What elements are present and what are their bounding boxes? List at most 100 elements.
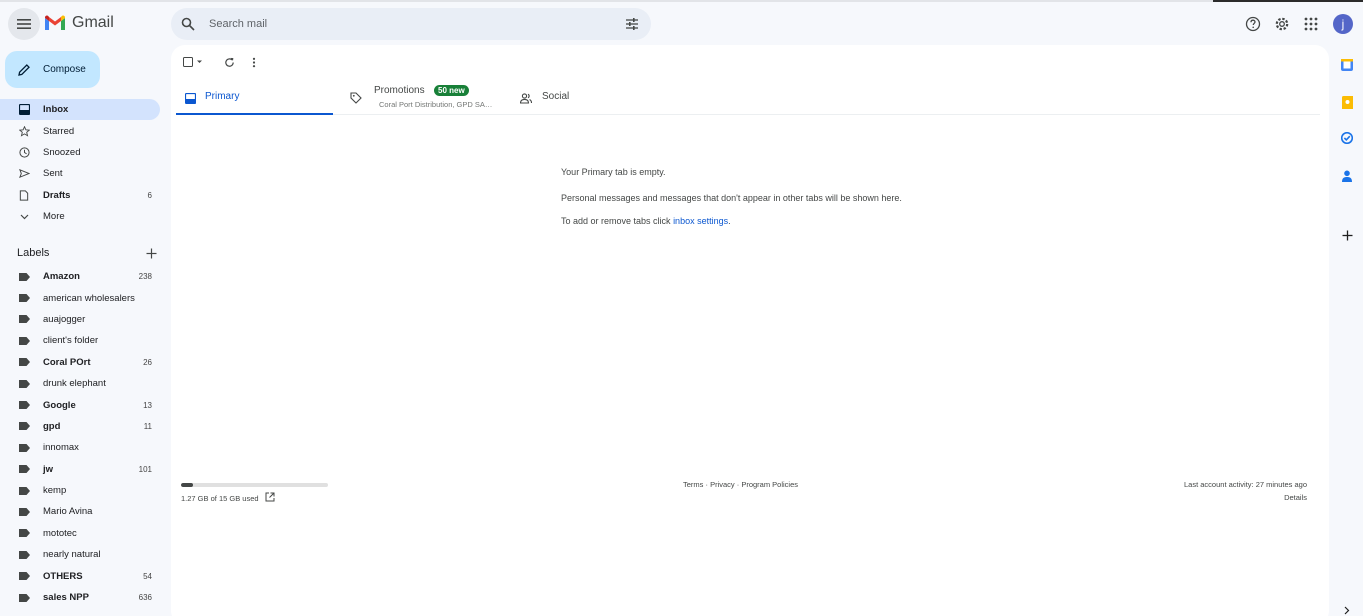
main-panel: Primary Promotions 50 new Coral Port Dis…: [171, 45, 1329, 616]
sidebar-label-name: mototec: [43, 527, 77, 539]
expand-panel-icon[interactable]: [1340, 605, 1354, 615]
sidebar-item-label: Drafts: [43, 189, 71, 201]
compose-button[interactable]: Compose: [5, 51, 100, 88]
sidebar-label-name: client's folder: [43, 335, 99, 347]
label-tag-icon: [18, 463, 30, 475]
sidebar-label-item[interactable]: client's folder: [0, 330, 160, 351]
sidebar-item-label: Snoozed: [43, 146, 81, 158]
label-tag-icon: [18, 378, 30, 390]
sidebar-label-name: OTHERS: [43, 570, 83, 582]
more-options-icon[interactable]: [247, 56, 261, 68]
sidebar-item-inbox[interactable]: Inbox: [0, 99, 160, 121]
gmail-logo[interactable]: Gmail: [44, 14, 114, 32]
sidebar-label-name: american wholesalers: [43, 292, 135, 304]
tag-icon: [350, 92, 362, 104]
sidebar-label-item[interactable]: jw 101: [0, 459, 160, 480]
tasks-icon[interactable]: [1340, 131, 1354, 145]
sidebar-label-item[interactable]: Google 13: [0, 394, 160, 415]
add-addon-icon[interactable]: [1340, 228, 1354, 242]
sidebar-label-count: 26: [143, 357, 152, 367]
labels-title: Labels: [17, 247, 50, 259]
sidebar-label-name: Coral POrt: [43, 356, 91, 368]
sidebar-item-count: 6: [147, 190, 152, 200]
send-icon: [18, 168, 30, 180]
avatar-letter: j: [1341, 17, 1345, 31]
policy-links[interactable]: Terms · Privacy · Program Policies: [683, 480, 798, 489]
search-options-icon[interactable]: [625, 17, 639, 31]
sidebar-item-more[interactable]: More: [0, 206, 160, 227]
labels-list: Amazon 238 american wholesalers auajogger cl…: [0, 266, 160, 608]
tab-social[interactable]: Social: [516, 81, 686, 115]
keep-icon[interactable]: [1340, 95, 1354, 109]
sidebar-label-item[interactable]: Mario Avina: [0, 501, 160, 522]
sidebar-label-item[interactable]: Amazon 238: [0, 266, 160, 287]
empty-state-hint: To add or remove tabs click inbox settin…: [561, 216, 731, 226]
clock-icon: [18, 146, 30, 158]
sidebar-label-item[interactable]: mototec: [0, 523, 160, 544]
label-tag-icon: [18, 485, 30, 497]
label-tag-icon: [18, 592, 30, 604]
account-avatar[interactable]: j: [1333, 14, 1353, 34]
external-link-icon[interactable]: [265, 492, 275, 502]
sidebar-label-name: jw: [43, 463, 54, 475]
sidebar-label-count: 238: [138, 272, 152, 282]
empty-state-hint-text: To add or remove tabs click: [561, 216, 674, 226]
sidebar-item-snoozed[interactable]: Snoozed: [0, 142, 160, 163]
sidebar-label-item[interactable]: sales NPP 636: [0, 587, 160, 608]
select-all-checkbox[interactable]: [183, 56, 203, 68]
app-name: Gmail: [72, 14, 114, 31]
empty-state-message: Personal messages and messages that don'…: [561, 193, 902, 203]
sidebar-label-name: drunk elephant: [43, 378, 106, 390]
search-input[interactable]: [209, 18, 609, 30]
apps-grid-icon[interactable]: [1302, 15, 1320, 33]
pencil-icon: [17, 63, 31, 77]
main-menu-button[interactable]: [8, 8, 40, 40]
sidebar-item-label: More: [43, 211, 65, 223]
tab-promotions[interactable]: [346, 81, 516, 115]
sidebar-label-item[interactable]: nearly natural: [0, 544, 160, 565]
people-icon: [520, 92, 532, 104]
sidebar-nav: Inbox Starred Snoozed Sent Drafts 6 More: [0, 99, 160, 227]
search-icon[interactable]: [181, 17, 195, 31]
help-icon[interactable]: [1244, 15, 1262, 33]
settings-icon[interactable]: [1273, 15, 1291, 33]
sidebar-label-name: auajogger: [43, 313, 86, 325]
inbox-settings-link[interactable]: inbox settings: [673, 216, 728, 226]
draft-icon: [18, 189, 30, 201]
sidebar-item-drafts[interactable]: Drafts 6: [0, 185, 160, 206]
refresh-icon[interactable]: [222, 56, 236, 68]
label-tag-icon: [18, 335, 30, 347]
label-tag-icon: [18, 313, 30, 325]
details-link[interactable]: Details: [1284, 493, 1307, 502]
sidebar-label-item[interactable]: kemp: [0, 480, 160, 501]
label-tag-icon: [18, 356, 30, 368]
sidebar-label-count: 13: [143, 400, 152, 410]
star-icon: [18, 125, 30, 137]
inbox-icon: [184, 92, 196, 104]
sidebar-item-sent[interactable]: Sent: [0, 163, 160, 184]
sidebar-label-item[interactable]: american wholesalers: [0, 287, 160, 308]
sidebar-item-starred[interactable]: Starred: [0, 120, 160, 141]
label-tag-icon: [18, 292, 30, 304]
contacts-icon[interactable]: [1340, 169, 1354, 183]
calendar-icon[interactable]: [1340, 58, 1354, 72]
sidebar-label-name: sales NPP: [43, 592, 89, 604]
sidebar-label-count: 101: [138, 464, 152, 474]
category-tabs: Primary Promotions 50 new Coral Port Dis…: [176, 81, 1320, 115]
label-tag-icon: [18, 506, 30, 518]
sidebar-label-item[interactable]: OTHERS 54: [0, 565, 160, 586]
sidebar-label-name: Amazon: [43, 271, 80, 283]
sidebar-label-item[interactable]: auajogger: [0, 309, 160, 330]
sidebar-label-item[interactable]: drunk elephant: [0, 373, 160, 394]
sidebar-label-item[interactable]: gpd 11: [0, 416, 160, 437]
sidebar-label-item[interactable]: Coral POrt 26: [0, 352, 160, 373]
sidebar-label-name: Mario Avina: [43, 506, 93, 518]
sidebar-label-item[interactable]: innomax: [0, 437, 160, 458]
empty-state-hint-end: .: [728, 216, 731, 226]
tab-primary[interactable]: Primary: [176, 81, 333, 115]
label-tag-icon: [18, 442, 30, 454]
storage-meter-fill: [181, 483, 194, 487]
search-bar[interactable]: [171, 8, 651, 40]
header: Gmail j: [0, 0, 1363, 48]
create-label-icon[interactable]: [146, 248, 157, 259]
